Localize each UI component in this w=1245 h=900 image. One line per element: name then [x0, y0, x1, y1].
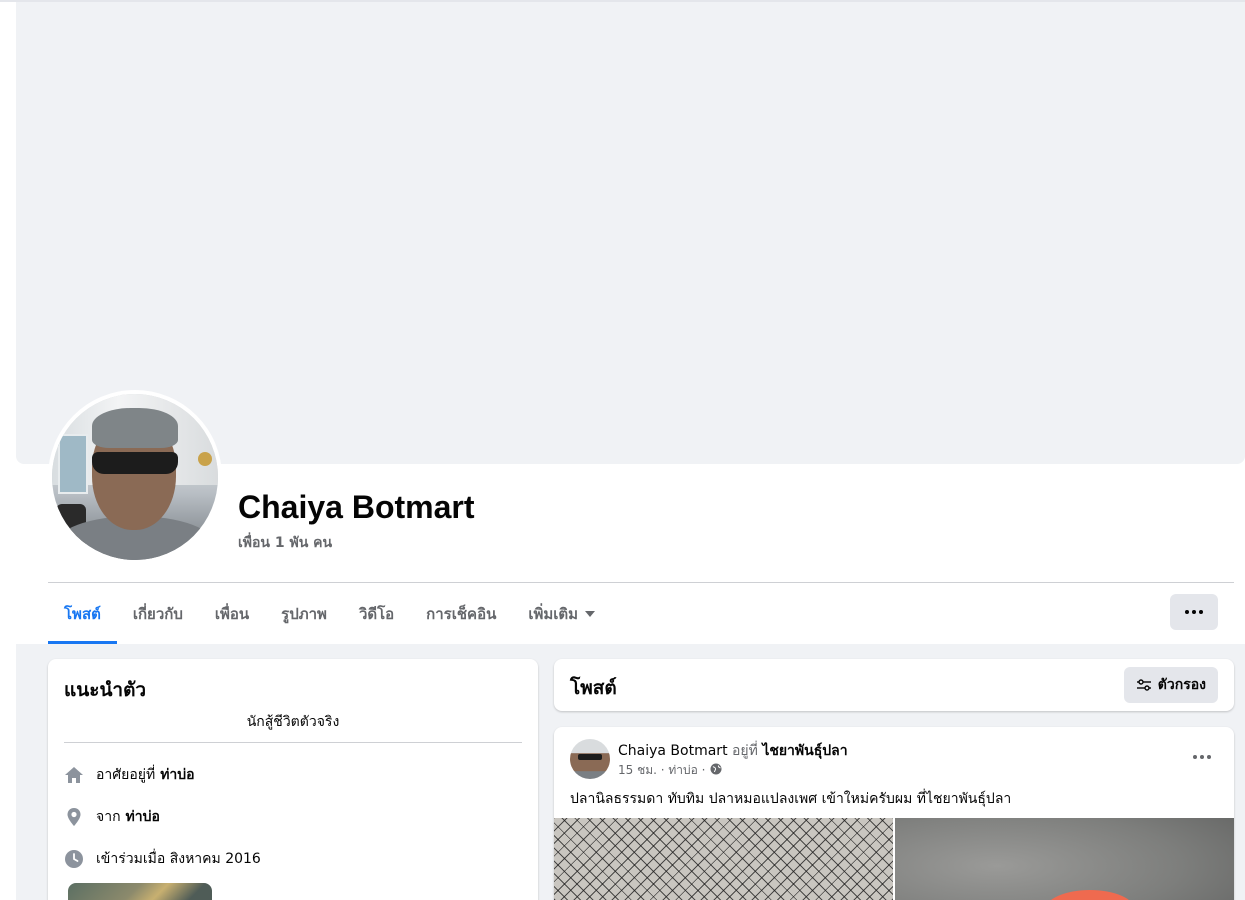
filter-button[interactable]: ตัวกรอง [1123, 667, 1218, 703]
posts-header-card: โพสต์ ตัวกรอง [554, 659, 1234, 711]
post-author-line: Chaiya Botmart อยู่ที่ ไชยาพันธุ์ปลา [618, 740, 848, 762]
photo-fixture [198, 452, 212, 466]
post-photo-fish[interactable] [895, 818, 1234, 900]
profile-tabs: โพสต์ เกี่ยวกับ เพื่อน รูปภาพ วิดีโอ การ… [48, 583, 611, 644]
intro-divider [64, 742, 522, 743]
tab-label: การเช็คอิน [426, 604, 497, 623]
post-card: Chaiya Botmart อยู่ที่ ไชยาพันธุ์ปลา 15 … [554, 727, 1234, 900]
joined-text: เข้าร่วมเมื่อ สิงหาคม 2016 [96, 851, 261, 867]
post-options-button[interactable] [1188, 747, 1216, 767]
post-text: ปลานิลธรรมดา ทับทิม ปลาหมอแปลงเพศ เข้าให… [570, 791, 1012, 807]
from-prefix: จาก [96, 809, 121, 825]
profile-picture [52, 394, 218, 560]
tab-more[interactable]: เพิ่มเติม [512, 583, 611, 644]
intro-joined: เข้าร่วมเมื่อ สิงหาคม 2016 [64, 848, 261, 870]
lives-in-place[interactable]: ท่าบ่อ [160, 764, 194, 786]
post-author-name[interactable]: Chaiya Botmart [618, 743, 728, 759]
posts-title: โพสต์ [570, 677, 617, 699]
post-location[interactable]: ไชยาพันธุ์ปลา [762, 743, 847, 759]
tab-label: รูปภาพ [281, 604, 327, 623]
more-dots-icon [1193, 755, 1211, 759]
profile-header: Chaiya Botmart เพื่อน 1 พัน คน โพสต์ เกี… [16, 2, 1245, 644]
intro-lives-in: อาศัยอยู่ที่ ท่าบ่อ [64, 764, 195, 786]
tab-label: เพื่อน [214, 604, 250, 623]
globe-icon [710, 763, 722, 778]
profile-name: Chaiya Botmart [238, 489, 475, 525]
profile-more-button[interactable] [1170, 594, 1218, 630]
tab-photos[interactable]: รูปภาพ [265, 583, 343, 644]
post-meta: 15 ชม. · ท่าบ่อ · [618, 761, 722, 780]
filter-label: ตัวกรอง [1157, 677, 1206, 693]
tab-checkins[interactable]: การเช็คอิน [410, 583, 512, 644]
post-author-avatar[interactable] [570, 739, 610, 779]
photo-sunglasses [92, 452, 178, 474]
intro-from: จาก ท่าบ่อ [64, 806, 160, 828]
tab-friends[interactable]: เพื่อน [199, 583, 265, 644]
photo-window [58, 434, 88, 494]
photo-hair [92, 408, 178, 448]
clock-icon [64, 849, 84, 869]
tab-posts[interactable]: โพสต์ [48, 583, 117, 644]
more-dots-icon [1185, 610, 1203, 614]
caret-down-icon [585, 610, 596, 617]
left-gutter [0, 2, 16, 900]
tab-label: เพิ่มเติม [528, 604, 579, 623]
location-pin-icon [64, 807, 84, 827]
from-place[interactable]: ท่าบ่อ [126, 806, 160, 828]
tab-videos[interactable]: วิดีโอ [343, 583, 410, 644]
post-photo-net[interactable] [554, 818, 893, 900]
tab-label: เกี่ยวกับ [132, 604, 183, 623]
tab-label: โพสต์ [64, 604, 101, 623]
photo-fish [1045, 890, 1135, 900]
intro-bio: นักสู้ชีวิตตัวจริง [246, 714, 340, 730]
filter-sliders-icon [1136, 679, 1151, 691]
tab-label: วิดีโอ [358, 604, 395, 623]
profile-avatar[interactable] [48, 390, 222, 564]
lives-in-prefix: อาศัยอยู่ที่ [96, 767, 156, 783]
home-icon [64, 765, 84, 785]
tab-about[interactable]: เกี่ยวกับ [117, 583, 199, 644]
post-at-text: อยู่ที่ [732, 743, 758, 759]
intro-title: แนะนำตัว [64, 679, 147, 701]
post-timestamp[interactable]: 15 ชม. · ท่าบ่อ · [618, 761, 706, 780]
intro-card: แนะนำตัว นักสู้ชีวิตตัวจริง อาศัยอยู่ที่… [48, 659, 538, 900]
featured-photo[interactable] [68, 883, 212, 900]
friends-count[interactable]: เพื่อน 1 พัน คน [238, 532, 332, 554]
